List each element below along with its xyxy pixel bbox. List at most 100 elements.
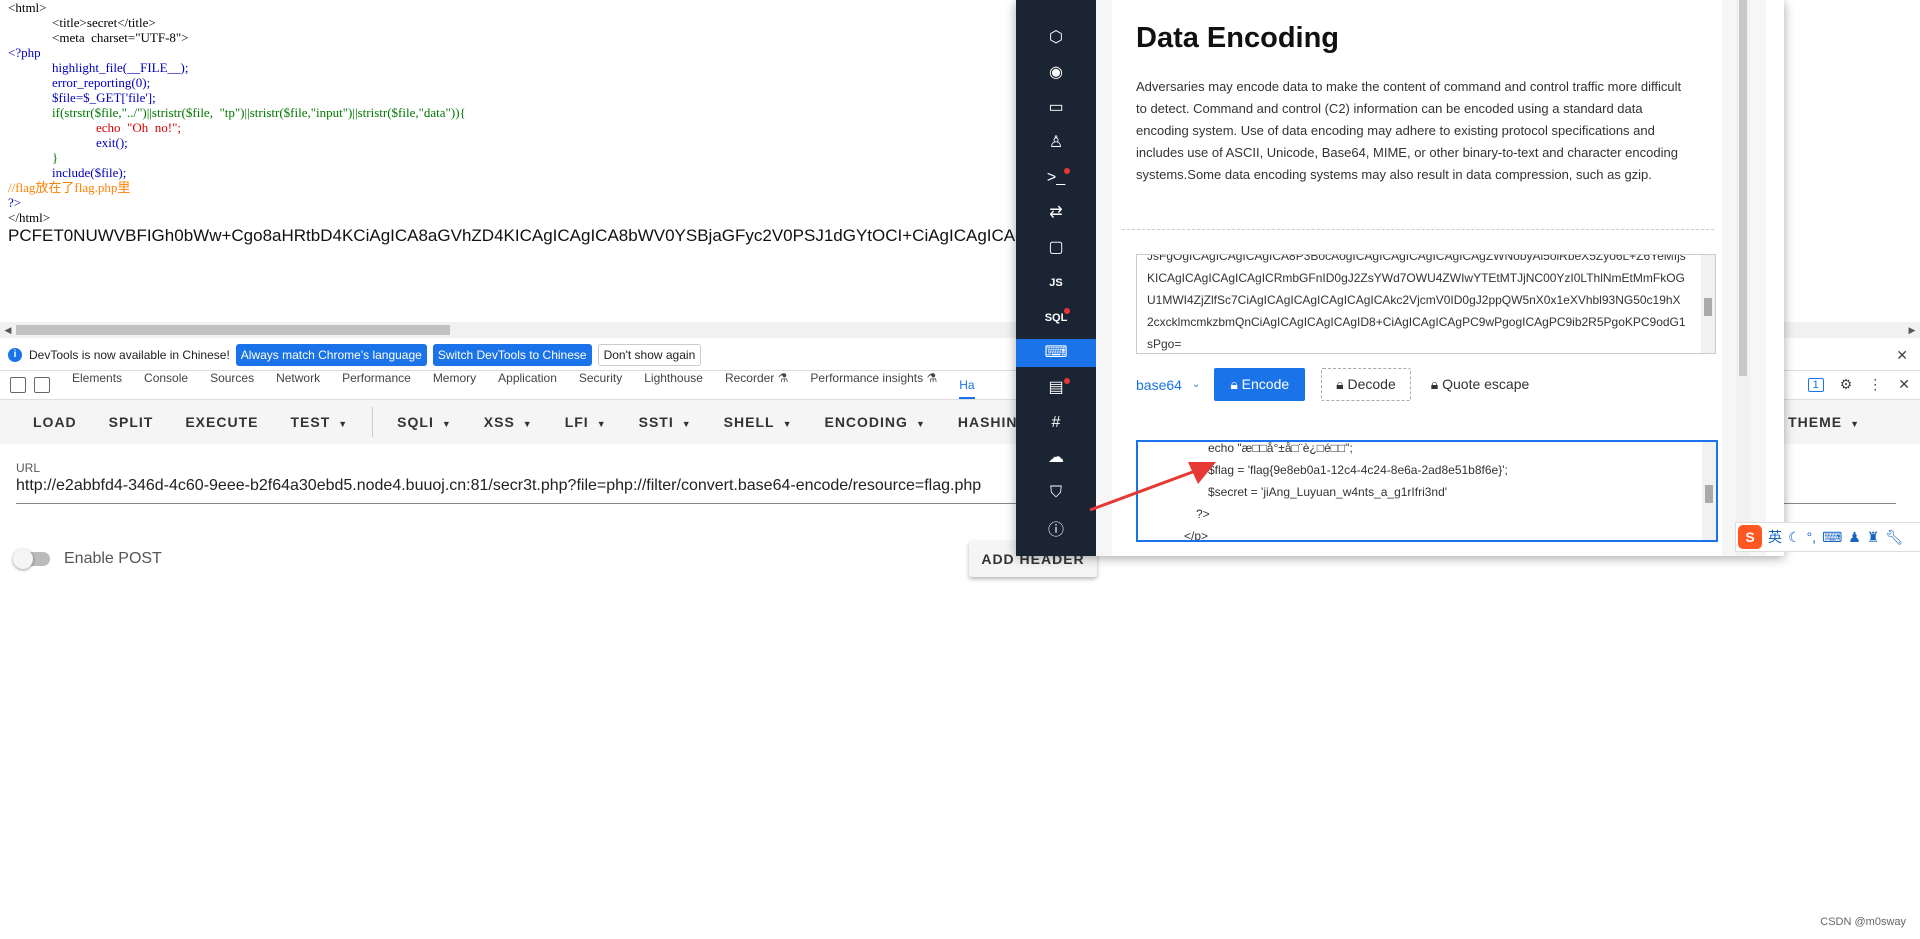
menu-hashin[interactable]: HASHIN [958, 414, 1018, 430]
chevron-down-icon: ▼ [915, 419, 926, 429]
monitor-icon[interactable]: ▭ [1016, 94, 1096, 122]
menu-label: SSTI [638, 414, 674, 430]
clipboard-icon[interactable]: ▤ [1016, 374, 1096, 402]
chevron-down-icon: ▼ [522, 419, 533, 429]
codec-select[interactable]: base64 [1136, 377, 1182, 393]
enable-post-toggle[interactable]: Enable POST [13, 549, 162, 569]
chevron-down-icon: ▼ [782, 419, 793, 429]
switch-language-button[interactable]: Switch DevTools to Chinese [432, 344, 592, 366]
enable-post-label: Enable POST [64, 550, 162, 567]
quote-escape-button[interactable]: 🔒︎ Quote escape [1431, 376, 1530, 393]
decode-label: Decode [1347, 376, 1396, 392]
menu-label: TEST [290, 414, 331, 430]
menu-execute[interactable]: EXECUTE [185, 414, 258, 430]
tab-console[interactable]: Console [144, 371, 188, 399]
user-icon[interactable]: ♟ [1848, 529, 1861, 546]
settings-gear-icon[interactable]: ⚙ [1840, 376, 1853, 393]
input-text[interactable]: JsFgOgICAgICAgICAgICA8P3BocAogICAgICAgIC… [1147, 255, 1687, 353]
menu-ssti[interactable]: SSTI ▼ [639, 414, 692, 430]
scroll-left-icon[interactable]: ◀ [2, 324, 14, 336]
ime-language[interactable]: 英 [1768, 527, 1782, 547]
close-icon[interactable]: ✕ [1896, 347, 1908, 364]
menu-label: XSS [483, 414, 515, 430]
tab-sources[interactable]: Sources [210, 371, 254, 399]
menu-encoding[interactable]: ENCODING ▼ [824, 414, 925, 430]
decode-button[interactable]: 🔒︎ Decode [1321, 368, 1411, 401]
tab-lighthouse[interactable]: Lighthouse [644, 371, 703, 399]
menu-sqli[interactable]: SQLI ▼ [397, 414, 452, 430]
menu-test[interactable]: TEST ▼ [290, 414, 348, 430]
tab-performance-insights[interactable]: Performance insights ⚗ [810, 371, 937, 399]
input-textarea[interactable]: JsFgOgICAgICAgICAgICA8P3BocAogICAgICAgIC… [1136, 254, 1716, 354]
menu-label: SHELL [723, 414, 775, 430]
moon-icon[interactable]: ☾ [1788, 529, 1801, 546]
tab-security[interactable]: Security [579, 371, 622, 399]
tab-ha[interactable]: Ha [959, 378, 975, 399]
wrench-icon[interactable]: 🔧︎ [1885, 529, 1903, 546]
lock-icon: 🔒︎ [1230, 376, 1242, 392]
punctuation-icon[interactable]: °, [1807, 529, 1817, 545]
menu-label: LFI [564, 414, 589, 430]
hash-icon[interactable]: # [1016, 409, 1096, 437]
scroll-thumb[interactable] [16, 325, 450, 335]
folder-icon[interactable]: ▢ [1016, 234, 1096, 262]
transfer-icon[interactable]: ⇄ [1016, 199, 1096, 227]
notification-dot [1064, 168, 1070, 174]
scroll-thumb[interactable] [1704, 298, 1712, 317]
theme-menu[interactable]: THEME ▼ [1788, 414, 1860, 430]
chevron-down-icon[interactable]: ⌄ [1192, 379, 1200, 390]
dont-show-again-button[interactable]: Don't show again [597, 344, 702, 366]
eye-icon[interactable]: ◉ [1016, 59, 1096, 87]
toggle-knob[interactable] [13, 549, 33, 569]
sql-icon[interactable]: SQL [1016, 304, 1096, 332]
arrow-shaft [1089, 468, 1199, 512]
scroll-thumb[interactable] [1739, 0, 1747, 376]
javascript-icon[interactable]: JS [1016, 269, 1096, 297]
close-devtools-icon[interactable]: ✕ [1898, 376, 1910, 393]
menu-load[interactable]: LOAD [33, 414, 77, 430]
hackbar-menu: LOAD SPLIT EXECUTE TEST ▼ SQLI ▼ XSS ▼ LFI ▼ SSTI ▼ S… [0, 407, 1018, 437]
menu-label: SPLIT [108, 414, 154, 430]
menu-label: ENCODING [824, 414, 908, 430]
tab-performance[interactable]: Performance [342, 371, 411, 399]
encode-button[interactable]: 🔒︎ Encode [1214, 368, 1306, 401]
shirt-icon[interactable]: ♜ [1867, 529, 1880, 546]
tab-network[interactable]: Network [276, 371, 320, 399]
cube-icon[interactable]: ⬡ [1016, 24, 1096, 52]
menu-lfi[interactable]: LFI ▼ [565, 414, 607, 430]
lock-icon: 🔒︎ [1336, 376, 1348, 392]
tab-application[interactable]: Application [498, 371, 557, 399]
more-options-icon[interactable]: ⋮ [1868, 376, 1882, 393]
chevron-down-icon: ▼ [338, 419, 349, 429]
annotation-arrow [1089, 462, 1216, 512]
tab-recorder[interactable]: Recorder ⚗ [725, 371, 788, 399]
scroll-right-icon[interactable]: ▶ [1906, 324, 1918, 336]
inspect-element-icon[interactable] [10, 377, 26, 393]
toggle-track[interactable] [13, 549, 50, 569]
lock-icon: 🔒︎ [1430, 376, 1443, 392]
menu-shell[interactable]: SHELL ▼ [724, 414, 793, 430]
notification-dot [1064, 308, 1070, 314]
linux-icon[interactable]: ♙ [1016, 129, 1096, 157]
devtools-tabs: Elements Console Sources Network Performance… [50, 371, 975, 399]
theme-label: THEME [1788, 414, 1843, 430]
keyboard-icon[interactable]: ⌨ [1822, 529, 1842, 546]
chevron-down-icon: ▼ [681, 419, 692, 429]
device-toolbar-icon[interactable] [34, 377, 50, 393]
input-scrollbar[interactable] [1701, 255, 1715, 353]
ime-toolbar: S 英 ☾ °, ⌨ ♟ ♜ 🔧︎ [1735, 522, 1920, 552]
menu-xss[interactable]: XSS ▼ [484, 414, 533, 430]
tab-memory[interactable]: Memory [433, 371, 476, 399]
sogou-logo-icon[interactable]: S [1738, 525, 1762, 549]
scroll-thumb[interactable] [1705, 485, 1713, 504]
url-label: URL [16, 461, 41, 475]
menu-split[interactable]: SPLIT [109, 414, 154, 430]
terminal-icon[interactable]: >_ [1016, 164, 1096, 192]
issues-badge[interactable]: 1 [1807, 377, 1824, 392]
output-scrollbar[interactable] [1702, 442, 1716, 540]
banner-text: DevTools is now available in Chinese! [29, 348, 230, 362]
encoding-keyboard-icon[interactable]: ⌨ [1016, 339, 1096, 367]
match-language-button[interactable]: Always match Chrome's language [235, 344, 427, 366]
popup-scrollbar[interactable] [1736, 0, 1750, 556]
tab-elements[interactable]: Elements [72, 371, 122, 399]
